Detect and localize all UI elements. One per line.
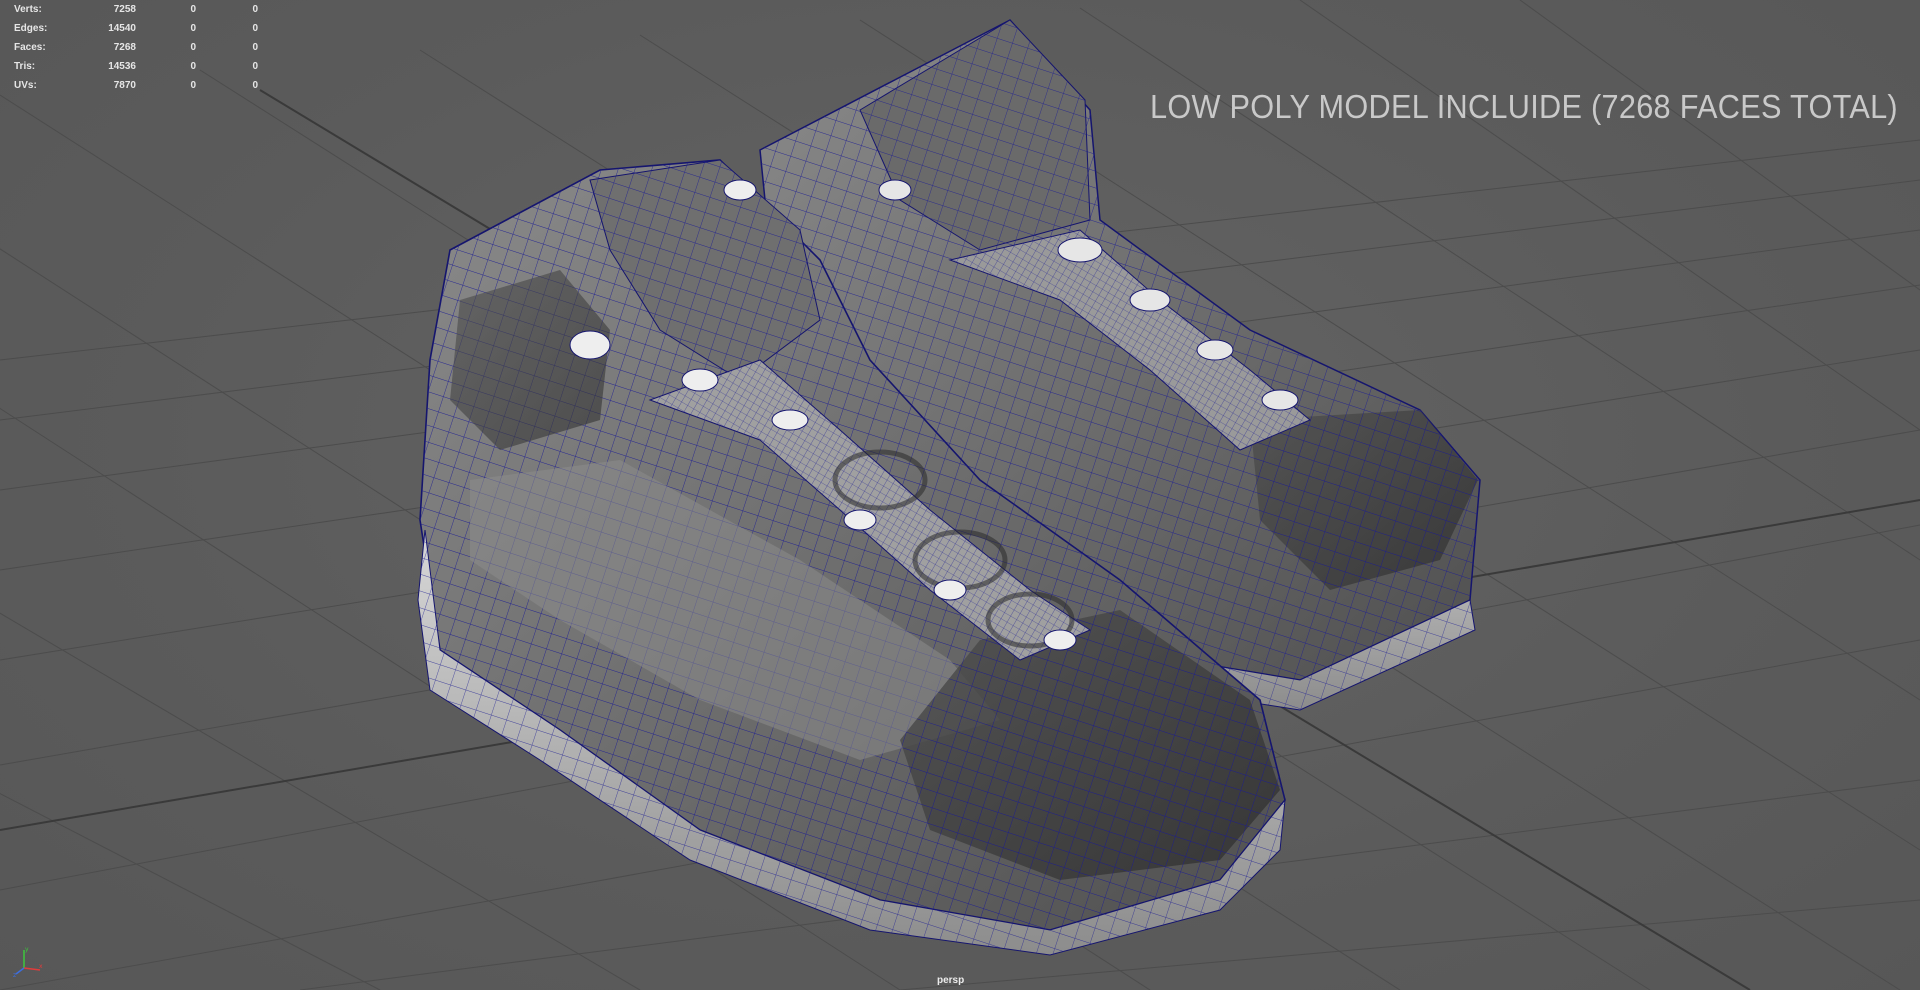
svg-text:x: x — [39, 963, 43, 970]
hud-row-faces: Faces: 7268 0 0 — [14, 38, 258, 57]
perspective-viewport[interactable]: Verts: 7258 0 0 Edges: 14540 0 0 Faces: … — [0, 0, 1920, 990]
hud-value: 0 — [190, 42, 196, 53]
hud-value: 0 — [252, 23, 258, 34]
hud-row-uvs: UVs: 7870 0 0 — [14, 76, 258, 95]
svg-text:y: y — [25, 946, 29, 953]
hud-value: 14540 — [108, 23, 136, 34]
hud-value: 0 — [190, 61, 196, 72]
hud-label: Faces: — [14, 42, 46, 53]
hud-label: Verts: — [14, 4, 42, 15]
hud-row-tris: Tris: 14536 0 0 — [14, 57, 258, 76]
hud-label: Edges: — [14, 23, 48, 34]
hud-value: 0 — [252, 42, 258, 53]
camera-name-label: persp — [937, 975, 965, 986]
hud-value: 0 — [252, 61, 258, 72]
overlay-caption: LOW POLY MODEL INCLUIDE (7268 FACES TOTA… — [1150, 88, 1898, 125]
ground-grid — [0, 0, 1920, 990]
hud-value: 0 — [190, 4, 196, 15]
hud-value: 7268 — [113, 42, 136, 53]
hud-value: 7258 — [113, 4, 136, 15]
poly-count-hud: Verts: 7258 0 0 Edges: 14540 0 0 Faces: … — [14, 0, 258, 95]
hud-value: 0 — [252, 4, 258, 15]
hud-label: Tris: — [14, 61, 36, 72]
hud-label: UVs: — [14, 80, 37, 91]
hud-row-verts: Verts: 7258 0 0 — [14, 0, 258, 19]
svg-text:z: z — [13, 972, 16, 978]
hud-value: 7870 — [113, 80, 136, 91]
hud-row-edges: Edges: 14540 0 0 — [14, 19, 258, 38]
hud-value: 0 — [252, 80, 258, 91]
xyz-axis-gizmo-icon: y x z — [13, 946, 43, 978]
hud-value: 14536 — [108, 61, 136, 72]
hud-value: 0 — [190, 80, 196, 91]
hud-value: 0 — [190, 23, 196, 34]
